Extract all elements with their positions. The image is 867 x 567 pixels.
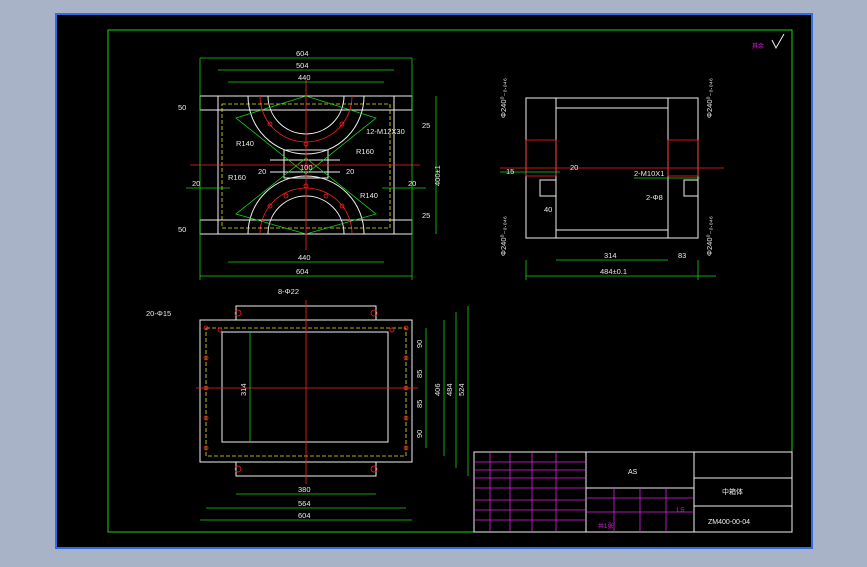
label-r160-bottom: R160 xyxy=(228,173,246,182)
plan-dim-564: 564 xyxy=(298,499,311,508)
side-dim-15: 15 xyxy=(506,167,514,176)
tb-material: AS xyxy=(628,469,638,476)
cad-viewport[interactable]: 其余 604 504 440 440 604 50 20 20 50 R140 … xyxy=(0,0,867,562)
plan-dim-85-a: 85 xyxy=(415,370,424,378)
plan-dim-90-a: 90 xyxy=(415,340,424,348)
dim-440-top: 440 xyxy=(298,73,311,82)
tb-sheet: 共1张 xyxy=(598,522,613,530)
side-m10: 2-M10X1 xyxy=(634,169,664,178)
plan-dim-314: 314 xyxy=(239,383,248,396)
plan-dim-524: 524 xyxy=(457,383,466,396)
side-phi-bottom-right: Φ240⁰₋₀.₀₄₆ xyxy=(705,216,714,256)
side-phi-bottom-left: Φ240⁰₋₀.₀₄₆ xyxy=(499,216,508,256)
plan-dim-90-b: 90 xyxy=(415,430,424,438)
plan-20-phi15: 20-Φ15 xyxy=(146,309,171,318)
dim-20-web-right: 20 xyxy=(346,167,354,176)
dim-20-right: 20 xyxy=(408,179,416,188)
dim-604-top: 604 xyxy=(296,49,309,58)
plan-dim-484: 484 xyxy=(445,383,454,396)
dim-50-top: 50 xyxy=(178,103,186,112)
dim-400: 400±1 xyxy=(433,165,442,186)
plan-8-phi22: 8-Φ22 xyxy=(278,287,299,296)
dim-25-top: 25 xyxy=(422,121,430,130)
dim-604-bottom: 604 xyxy=(296,267,309,276)
cad-drawing: 其余 604 504 440 440 604 50 20 20 50 R140 … xyxy=(55,13,813,549)
dim-20-web-left: 20 xyxy=(258,167,266,176)
plan-dim-406: 406 xyxy=(433,383,442,396)
label-m12: 12-M12X30 xyxy=(366,127,405,136)
side-dim-20: 20 xyxy=(570,163,578,172)
tb-part-name: 中箱体 xyxy=(722,487,743,496)
tb-drawing-no: ZM400-00-04 xyxy=(708,519,750,526)
side-dim-314: 314 xyxy=(604,251,617,260)
drawing-sheet xyxy=(55,13,813,549)
tb-scale: 1:5 xyxy=(676,508,685,514)
dim-504-top: 504 xyxy=(296,61,309,70)
label-r140-bottom: R140 xyxy=(360,191,378,200)
side-dim-40: 40 xyxy=(544,205,552,214)
plan-dim-380: 380 xyxy=(298,485,311,494)
dim-25-bottom: 25 xyxy=(422,211,430,220)
side-phi-top-right: Φ240⁰₋₀.₀₄₆ xyxy=(705,78,714,118)
dim-440-bottom: 440 xyxy=(298,253,311,262)
roughness-note: 其余 xyxy=(752,42,764,50)
dim-50-bottom: 50 xyxy=(178,225,186,234)
dim-20-left: 20 xyxy=(192,179,200,188)
label-r140-top: R140 xyxy=(236,139,254,148)
side-dim-484: 484±0.1 xyxy=(600,267,627,276)
plan-dim-85-b: 85 xyxy=(415,400,424,408)
dim-100: 100 xyxy=(300,163,313,172)
side-dim-83: 83 xyxy=(678,251,686,260)
label-r160-top: R160 xyxy=(356,147,374,156)
plan-dim-604: 604 xyxy=(298,511,311,520)
side-phi8: 2-Φ8 xyxy=(646,193,663,202)
side-phi-top-left: Φ240⁰₋₀.₀₄₆ xyxy=(499,78,508,118)
